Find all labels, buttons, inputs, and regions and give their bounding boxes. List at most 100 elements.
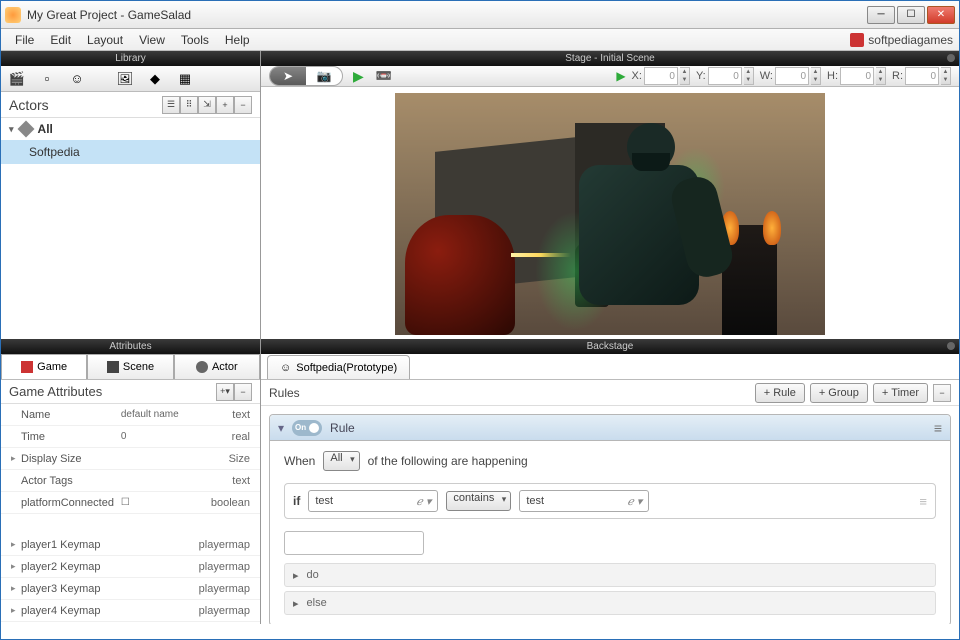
user-name[interactable]: softpediagames (868, 33, 953, 47)
menu-bar: File Edit Layout View Tools Help softped… (1, 29, 959, 51)
collapse-button[interactable]: − (933, 384, 951, 402)
panel-menu-icon[interactable] (947, 54, 955, 62)
attr-name: Time (21, 431, 121, 443)
minimize-button[interactable]: ─ (867, 6, 895, 24)
menu-edit[interactable]: Edit (42, 31, 79, 49)
condition-row: if testℯ ▾ contains testℯ ▾ ≡ (284, 483, 936, 519)
attribute-row[interactable]: platformConnected☐boolean (1, 492, 260, 514)
attr-type: boolean (190, 497, 250, 509)
backstage-tab-row: ☺Softpedia(Prototype) (261, 354, 959, 380)
attribute-row[interactable]: ▸player4 Keymapplayermap (1, 600, 260, 622)
r-spinner[interactable]: ▲▼ (941, 67, 951, 85)
layers-tab-icon[interactable]: ▫ (37, 70, 57, 88)
backstage-tab-softpedia[interactable]: ☺Softpedia(Prototype) (267, 355, 410, 379)
condition-field-2[interactable]: testℯ ▾ (519, 490, 649, 512)
rule-body: When All of the following are happening … (270, 441, 950, 624)
rule-on-toggle[interactable]: On (292, 420, 322, 436)
scene-preview[interactable] (395, 93, 825, 335)
play-indicator-icon: ▶ (616, 69, 625, 83)
tree-root-label: All (38, 122, 53, 136)
attribute-row[interactable]: ▸player1 Keymapplayermap (1, 534, 260, 556)
attr-name: player1 Keymap (21, 539, 121, 551)
attr-name: player4 Keymap (21, 605, 121, 617)
x-input[interactable] (644, 67, 678, 85)
pointer-mode-button[interactable]: ➤ (270, 67, 306, 85)
link-view-button[interactable]: ⇲ (198, 96, 216, 114)
window-titlebar: My Great Project - GameSalad ─ ☐ ✕ (1, 1, 959, 29)
condition-operator-select[interactable]: contains (446, 491, 511, 511)
rule-menu-icon[interactable]: ≡ (934, 420, 942, 436)
preview-device-button[interactable]: 📼 (374, 67, 394, 85)
coord-y: Y:▲▼ (696, 67, 754, 85)
caret-icon: ▸ (11, 539, 21, 550)
attr-type: real (190, 431, 250, 443)
menu-file[interactable]: File (7, 31, 42, 49)
add-group-button[interactable]: + Group (810, 383, 868, 403)
remove-attribute-button[interactable]: − (234, 383, 252, 401)
scenes-tab-icon[interactable]: 🎬 (7, 70, 27, 88)
y-spinner[interactable]: ▲▼ (744, 67, 754, 85)
tables-tab-icon[interactable]: ▦ (175, 70, 195, 88)
actor-icon: ☺ (280, 362, 291, 374)
sounds-tab-icon[interactable]: ◆ (145, 70, 165, 88)
empty-slot[interactable] (284, 531, 424, 555)
grid-view-button[interactable]: ⠿ (180, 96, 198, 114)
images-tab-icon[interactable]: 🖼 (115, 70, 135, 88)
rule-header[interactable]: ▾ On Rule ≡ (270, 415, 950, 441)
close-button[interactable]: ✕ (927, 6, 955, 24)
add-rule-button[interactable]: + Rule (755, 383, 805, 403)
maximize-button[interactable]: ☐ (897, 6, 925, 24)
menu-tools[interactable]: Tools (173, 31, 217, 49)
home-icon (21, 361, 33, 373)
attr-value[interactable]: default name (121, 409, 190, 420)
collapse-caret-icon[interactable]: ▾ (278, 421, 284, 435)
r-input[interactable] (905, 67, 939, 85)
attribute-row[interactable]: Namedefault nametext (1, 404, 260, 426)
tab-scene[interactable]: Scene (87, 354, 173, 379)
menu-layout[interactable]: Layout (79, 31, 131, 49)
attribute-row[interactable]: Actor Tagstext (1, 470, 260, 492)
if-label: if (293, 494, 300, 508)
y-input[interactable] (708, 67, 742, 85)
stage-header: Stage - Initial Scene (261, 51, 959, 66)
tab-actor[interactable]: Actor (174, 354, 260, 379)
tab-game[interactable]: Game (1, 354, 87, 379)
attribute-row[interactable]: ▸Display SizeSize (1, 448, 260, 470)
when-mode-select[interactable]: All (323, 451, 359, 471)
attr-value[interactable]: ☐ (121, 497, 190, 508)
add-actor-button[interactable]: + (216, 96, 234, 114)
attributes-tabs: Game Scene Actor (1, 354, 260, 380)
app-icon (5, 7, 21, 23)
play-button[interactable]: ▶ (353, 68, 364, 85)
panel-menu-icon[interactable] (947, 342, 955, 350)
actors-tab-icon[interactable]: ☺ (67, 70, 87, 88)
tree-root[interactable]: ▾ All (1, 118, 260, 140)
attr-value[interactable]: 0 (121, 431, 190, 442)
actor-item-softpedia[interactable]: Softpedia (1, 140, 260, 164)
do-block[interactable]: ▸do (284, 563, 936, 587)
condition-field-1[interactable]: testℯ ▾ (308, 490, 438, 512)
attribute-row[interactable]: ▸player2 Keymapplayermap (1, 556, 260, 578)
pointer-camera-toggle[interactable]: ➤ 📷 (269, 66, 343, 86)
h-input[interactable] (840, 67, 874, 85)
scene-icon (107, 361, 119, 373)
menu-help[interactable]: Help (217, 31, 258, 49)
else-block[interactable]: ▸else (284, 591, 936, 615)
stage-canvas[interactable] (261, 87, 959, 341)
menu-view[interactable]: View (131, 31, 173, 49)
remove-actor-button[interactable]: − (234, 96, 252, 114)
attr-type: Size (190, 453, 250, 465)
attribute-row[interactable]: Time0real (1, 426, 260, 448)
w-input[interactable] (775, 67, 809, 85)
condition-menu-icon[interactable]: ≡ (919, 494, 927, 509)
add-attribute-button[interactable]: +▾ (216, 383, 234, 401)
w-spinner[interactable]: ▲▼ (811, 67, 821, 85)
caret-icon: ▸ (11, 561, 21, 572)
x-spinner[interactable]: ▲▼ (680, 67, 690, 85)
list-view-button[interactable]: ☰ (162, 96, 180, 114)
attribute-row[interactable]: ▸player3 Keymapplayermap (1, 578, 260, 600)
add-timer-button[interactable]: + Timer (873, 383, 928, 403)
h-spinner[interactable]: ▲▼ (876, 67, 886, 85)
caret-down-icon: ▾ (9, 124, 14, 135)
camera-mode-button[interactable]: 📷 (306, 67, 342, 85)
